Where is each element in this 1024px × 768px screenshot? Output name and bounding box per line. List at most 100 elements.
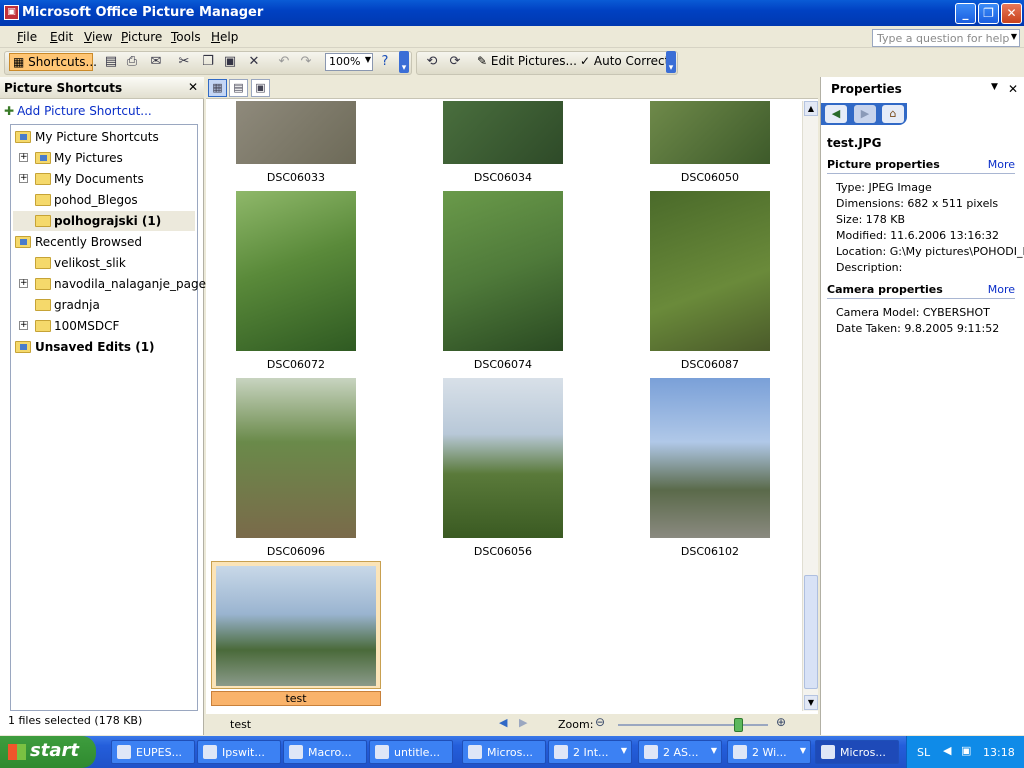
- property-modified: Modified: 11.6.2006 13:16:32: [836, 229, 1000, 242]
- ipswitch-icon: [203, 745, 217, 759]
- undo-icon[interactable]: ↶: [276, 54, 292, 70]
- taskbar-item[interactable]: untitle...: [369, 740, 453, 764]
- tree-item-recently-browsed[interactable]: Recently Browsed: [13, 232, 195, 252]
- property-location: Location: G:\My pictures\POHODI_E: [836, 245, 1024, 258]
- redo-icon[interactable]: ↷: [298, 54, 314, 70]
- close-pane-icon[interactable]: ✕: [1008, 82, 1018, 96]
- minimize-button[interactable]: _: [955, 3, 976, 24]
- next-picture-icon[interactable]: ▶: [519, 716, 527, 729]
- print-icon[interactable]: ⎙: [124, 54, 140, 70]
- chevron-down-icon[interactable]: ▼: [1011, 32, 1017, 41]
- taskbar-item[interactable]: 2 AS... ▼: [638, 740, 722, 764]
- chevron-down-icon[interactable]: ▼: [991, 82, 998, 92]
- zoom-select[interactable]: 100% ▼: [325, 53, 373, 71]
- chevron-down-icon[interactable]: ▼: [365, 55, 371, 64]
- thumbnail-image[interactable]: [443, 101, 563, 164]
- tree-item-label: polhograjski (1): [54, 214, 162, 228]
- taskbar-item[interactable]: Macro...: [283, 740, 367, 764]
- help-icon[interactable]: ?: [377, 54, 393, 70]
- tree-item-label: gradnja: [54, 298, 100, 312]
- taskbar-item-active[interactable]: Micros...: [815, 740, 899, 764]
- thumbnail-caption: DSC06056: [473, 545, 533, 558]
- more-link[interactable]: More: [988, 283, 1015, 296]
- mail-icon[interactable]: ✉: [148, 54, 164, 70]
- expand-icon[interactable]: +: [19, 174, 28, 183]
- tree-item-navodila[interactable]: + navodila_nalaganje_page: [13, 274, 206, 294]
- add-picture-shortcut-link[interactable]: ✚ Add Picture Shortcut...: [4, 104, 152, 118]
- section-title: Picture properties: [827, 158, 940, 171]
- help-search-input[interactable]: Type a question for help ▼: [872, 29, 1020, 47]
- delete-icon[interactable]: ✕: [246, 54, 262, 70]
- thumbnail-image[interactable]: [236, 378, 356, 538]
- shortcuts-button[interactable]: ▦ Shortcuts...: [9, 53, 97, 71]
- expand-icon[interactable]: +: [19, 279, 28, 288]
- scroll-down-icon[interactable]: ▼: [804, 695, 818, 710]
- thumbnail-image[interactable]: [650, 378, 770, 538]
- cut-icon[interactable]: ✂: [176, 54, 192, 70]
- tree-item-velikost-slik[interactable]: velikost_slik: [13, 253, 195, 273]
- rotate-right-icon[interactable]: ⟳: [447, 54, 463, 70]
- expand-icon[interactable]: +: [19, 321, 28, 330]
- thumbnail-image[interactable]: [443, 191, 563, 351]
- tree-item-100msdcf[interactable]: + 100MSDCF: [13, 316, 195, 336]
- toolbar-options-icon[interactable]: ▾: [399, 51, 409, 73]
- previous-picture-icon[interactable]: ◀: [499, 716, 507, 729]
- menu-view[interactable]: View: [84, 30, 112, 44]
- vertical-scrollbar[interactable]: ▲ ▼: [802, 101, 818, 711]
- menu-picture[interactable]: Picture: [121, 30, 162, 44]
- auto-correct-button[interactable]: ✓ Auto Correct: [577, 53, 672, 71]
- toolbar-options-icon[interactable]: ▾: [666, 51, 676, 73]
- language-indicator[interactable]: SL: [917, 746, 930, 759]
- thumbnail-image[interactable]: [236, 101, 356, 164]
- taskbar-item[interactable]: Ipswit...: [197, 740, 281, 764]
- thumbnail-image[interactable]: [650, 191, 770, 351]
- zoom-slider-handle[interactable]: [734, 718, 743, 732]
- more-link[interactable]: More: [988, 158, 1015, 171]
- thumbnail-image[interactable]: [650, 101, 770, 164]
- tree-item-polhograjski[interactable]: polhograjski (1): [13, 211, 195, 231]
- menu-edit[interactable]: Edit: [50, 30, 73, 44]
- thumbnail-image[interactable]: [236, 191, 356, 351]
- zoom-out-icon[interactable]: ⊖: [595, 715, 605, 729]
- back-icon[interactable]: ◀: [825, 105, 847, 123]
- edit-pictures-button[interactable]: ✎ Edit Pictures...: [474, 53, 580, 71]
- menu-tools[interactable]: Tools: [171, 30, 201, 44]
- zoom-in-icon[interactable]: ⊕: [776, 715, 786, 729]
- paste-icon[interactable]: ▣: [222, 54, 238, 70]
- menu-file[interactable]: File: [17, 30, 37, 44]
- thumbnail-image[interactable]: [216, 566, 376, 686]
- expand-icon[interactable]: +: [19, 153, 28, 162]
- network-icon[interactable]: ▣: [961, 744, 971, 757]
- tree-item-pohod-blegos[interactable]: pohod_Blegos: [13, 190, 195, 210]
- zoom-slider-track[interactable]: [618, 724, 768, 726]
- tray-arrow-icon[interactable]: ◀: [943, 744, 951, 757]
- filmstrip-view-icon[interactable]: ▤: [229, 79, 248, 97]
- tree-item-my-pictures[interactable]: + My Pictures: [13, 148, 195, 168]
- tree-item-unsaved-edits[interactable]: Unsaved Edits (1): [13, 337, 195, 357]
- thumbnail-image[interactable]: [443, 378, 563, 538]
- forward-icon[interactable]: ▶: [854, 105, 876, 123]
- close-button[interactable]: ✕: [1001, 3, 1022, 24]
- tree-item-my-picture-shortcuts[interactable]: My Picture Shortcuts: [13, 127, 195, 147]
- scroll-thumb[interactable]: [804, 575, 818, 689]
- rotate-left-icon[interactable]: ⟲: [424, 54, 440, 70]
- single-picture-view-icon[interactable]: ▣: [251, 79, 270, 97]
- menu-help[interactable]: Help: [211, 30, 238, 44]
- pane-title: Picture Shortcuts: [4, 81, 123, 95]
- scroll-up-icon[interactable]: ▲: [804, 101, 818, 116]
- start-button[interactable]: start: [0, 736, 96, 768]
- taskbar-item[interactable]: 2 Wi... ▼: [727, 740, 811, 764]
- copy-icon[interactable]: ❐: [200, 54, 216, 70]
- internet-explorer-icon: [554, 745, 568, 759]
- taskbar-item[interactable]: EUPES...: [111, 740, 195, 764]
- taskbar-item[interactable]: Micros...: [462, 740, 546, 764]
- taskbar-item[interactable]: 2 Int... ▼: [548, 740, 632, 764]
- thumbnails-view-icon[interactable]: ▦: [208, 79, 227, 97]
- close-pane-icon[interactable]: ✕: [188, 80, 198, 94]
- restore-button[interactable]: ❐: [978, 3, 999, 24]
- tree-item-my-documents[interactable]: + My Documents: [13, 169, 195, 189]
- save-icon[interactable]: ▤: [103, 54, 119, 70]
- tree-item-gradnja[interactable]: gradnja: [13, 295, 195, 315]
- auto-correct-icon: ✓: [580, 54, 594, 68]
- home-icon[interactable]: ⌂: [882, 105, 904, 123]
